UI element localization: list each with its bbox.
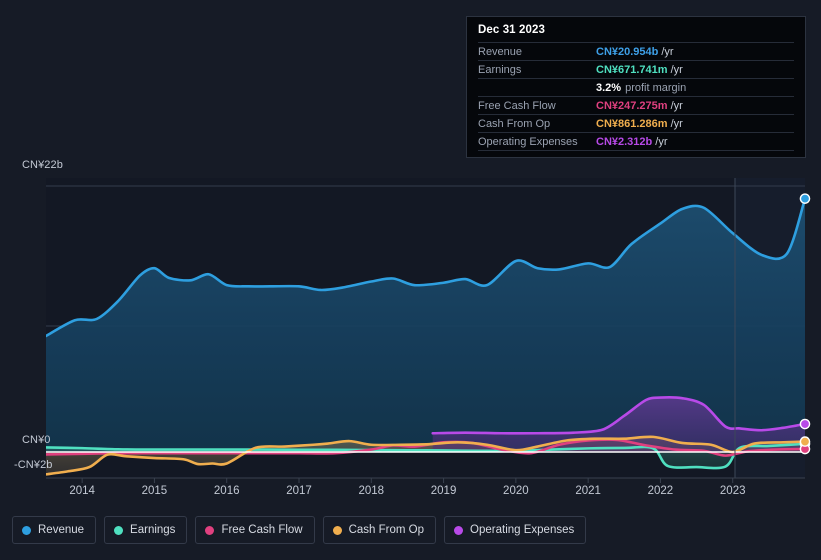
- tooltip-row: Cash From Op CN¥861.286m/yr: [478, 114, 794, 132]
- tooltip-row-unit: /yr: [670, 117, 683, 130]
- x-axis-label-2019: 2019: [430, 485, 457, 497]
- tooltip-row-subtext: profit margin: [625, 81, 687, 94]
- end-marker-operating-expenses: [799, 418, 811, 430]
- y-axis-label-negative: -CN¥2b: [14, 459, 53, 471]
- tooltip-row: Earnings CN¥671.741m/yr: [478, 60, 794, 78]
- tooltip-row-value: 3.2%: [596, 81, 622, 94]
- tooltip-row-value: CN¥20.954b: [596, 45, 659, 58]
- tooltip-row-value: CN¥861.286m: [596, 117, 668, 130]
- legend-item-label: Earnings: [130, 524, 176, 536]
- x-axis-label-2018: 2018: [358, 485, 385, 497]
- tooltip-row-unit: /yr: [655, 135, 668, 148]
- tooltip-row-unit: /yr: [661, 45, 674, 58]
- tooltip-row-value: CN¥2.312b: [596, 135, 653, 148]
- tooltip-row-label: Operating Expenses: [478, 135, 578, 148]
- tooltip-row-label: Revenue: [478, 45, 523, 58]
- legend-item-label: Free Cash Flow: [221, 524, 303, 536]
- x-axis-label-2020: 2020: [503, 485, 529, 497]
- y-axis-label-zero: CN¥0: [22, 434, 51, 446]
- end-marker-revenue: [799, 193, 811, 204]
- x-axis-label-2016: 2016: [213, 485, 240, 497]
- legend-color-dot-icon: [332, 525, 342, 535]
- x-axis-label-2021: 2021: [575, 485, 601, 497]
- legend-item-earnings[interactable]: Earnings: [104, 516, 188, 544]
- chart-legend[interactable]: Revenue Earnings Free Cash Flow Cash From O…: [12, 516, 587, 544]
- legend-item-label: Revenue: [38, 524, 85, 536]
- data-tooltip: Dec 31 2023 Revenue CN¥20.954b/yr Earnings…: [466, 16, 806, 158]
- x-axis-label-2023: 2023: [719, 485, 746, 497]
- legend-color-dot-icon: [205, 525, 215, 535]
- y-axis-label-top: CN¥22b: [22, 159, 63, 171]
- legend-item-cash-from-op[interactable]: Cash From Op: [322, 516, 437, 544]
- x-axis-ticks: [81, 478, 734, 483]
- tooltip-row: 3.2% profit margin: [478, 78, 794, 96]
- tooltip-row-label: Earnings: [478, 63, 522, 76]
- tooltip-row: Operating Expenses CN¥2.312b/yr: [478, 132, 794, 150]
- legend-item-label: Operating Expenses: [470, 524, 575, 536]
- tooltip-row: Revenue CN¥20.954b/yr: [478, 42, 794, 60]
- x-axis-label-2017: 2017: [286, 485, 312, 497]
- legend-item-operating-expenses[interactable]: Operating Expenses: [444, 516, 587, 544]
- financial-chart: CN¥22b CN¥0 -CN¥2b 2014 2015 2016 2017 2018 2…: [0, 0, 821, 560]
- end-marker-cash-from-op: [799, 436, 811, 447]
- x-axis-label-2022: 2022: [647, 485, 674, 497]
- tooltip-row-value: CN¥247.275m: [596, 99, 668, 112]
- tooltip-row-label: Free Cash Flow: [478, 99, 556, 112]
- tooltip-row-unit: /yr: [670, 99, 683, 112]
- tooltip-row-label: Cash From Op: [478, 117, 551, 130]
- tooltip-row: Free Cash Flow CN¥247.275m/yr: [478, 96, 794, 114]
- legend-item-free-cash-flow[interactable]: Free Cash Flow: [195, 516, 315, 544]
- legend-item-label: Cash From Op: [348, 524, 425, 536]
- tooltip-rows: Revenue CN¥20.954b/yr Earnings CN¥671.741m /…: [478, 42, 794, 151]
- legend-item-revenue[interactable]: Revenue: [12, 516, 97, 544]
- x-axis-label-2014: 2014: [69, 485, 95, 497]
- tooltip-row-value: CN¥671.741m: [596, 63, 668, 76]
- tooltip-date: Dec 31 2023: [478, 24, 545, 36]
- tooltip-bottom-rule: [478, 150, 794, 151]
- tooltip-row-unit: /yr: [670, 63, 683, 76]
- legend-color-dot-icon: [454, 525, 464, 535]
- legend-color-dot-icon: [22, 525, 31, 535]
- legend-color-dot-icon: [114, 525, 124, 535]
- x-axis-label-2015: 2015: [141, 485, 168, 497]
